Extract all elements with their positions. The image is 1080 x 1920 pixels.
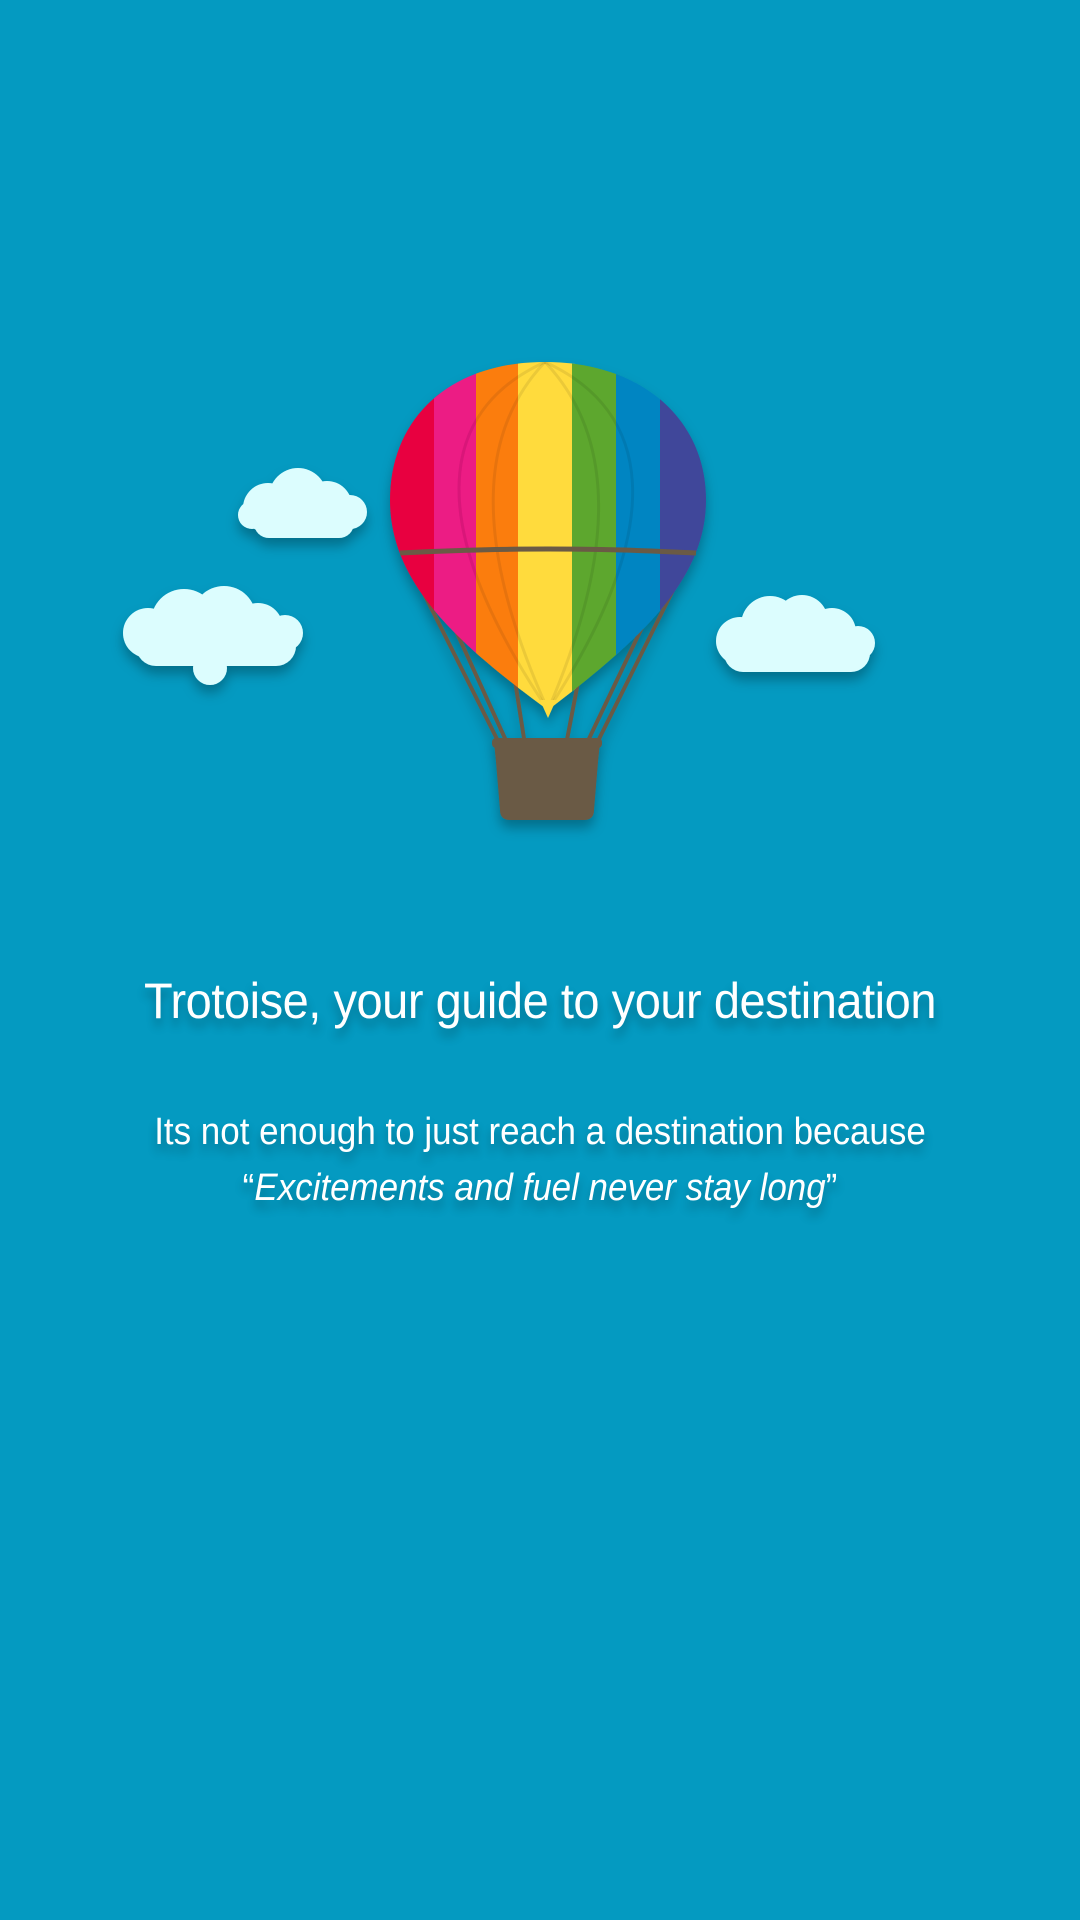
cloud-icon	[716, 595, 875, 672]
quote-open-mark: “	[242, 1167, 255, 1209]
quote-close-mark: ”	[825, 1167, 838, 1209]
page-title: Trotoise, your guide to your destination	[144, 973, 936, 1029]
cloud-icon	[238, 468, 367, 538]
tagline: Its not enough to just reach a destinati…	[43, 1104, 1037, 1216]
balloon-illustration	[123, 362, 875, 820]
tagline-quote: “Excitements and fuel never stay long”	[43, 1160, 1037, 1216]
tagline-line-1: Its not enough to just reach a destinati…	[154, 1111, 926, 1153]
hot-air-balloon-icon	[390, 362, 706, 820]
quote-text: Excitements and fuel never stay long	[254, 1167, 826, 1209]
cloud-icon	[123, 586, 303, 685]
splash-screen: Trotoise, your guide to your destination…	[0, 0, 1080, 1920]
